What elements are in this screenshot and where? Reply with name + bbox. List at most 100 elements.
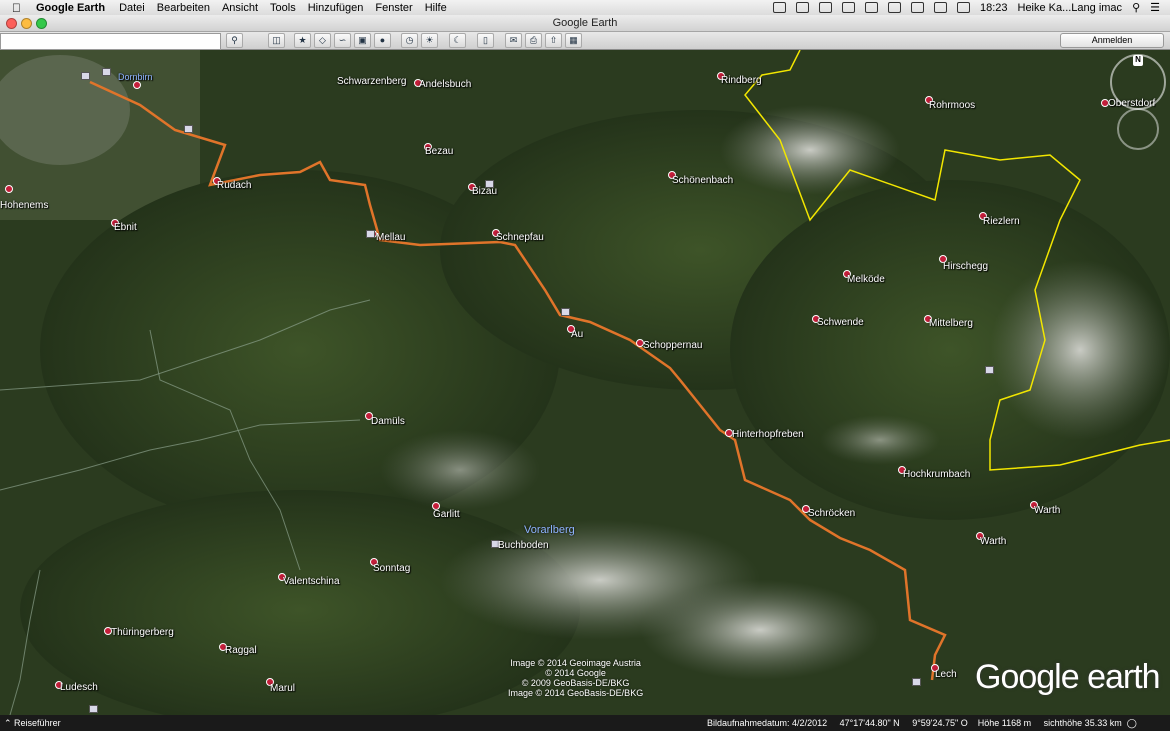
- place-label[interactable]: Rindberg: [721, 75, 762, 86]
- place-label[interactable]: Raggal: [225, 645, 257, 656]
- google-maps-icon[interactable]: ▦: [565, 33, 582, 48]
- close-window-button[interactable]: [6, 18, 17, 29]
- poi-icon[interactable]: [561, 308, 570, 316]
- menu-clock[interactable]: 18:23: [980, 2, 1008, 14]
- planets-icon[interactable]: ☾: [449, 33, 466, 48]
- save-image-icon[interactable]: ⇧: [545, 33, 562, 48]
- poi-icon[interactable]: [102, 68, 111, 76]
- copyright-line: Image © 2014 Geoimage Austria: [510, 658, 641, 668]
- print-icon[interactable]: ⎙: [525, 33, 542, 48]
- poi-icon[interactable]: [366, 230, 375, 238]
- place-label[interactable]: Melköde: [847, 274, 885, 285]
- path-icon[interactable]: ∽: [334, 33, 351, 48]
- place-label[interactable]: Ludesch: [60, 682, 98, 693]
- email-icon[interactable]: ✉: [505, 33, 522, 48]
- time-machine-icon[interactable]: [864, 2, 878, 13]
- terrain-layer: [0, 50, 1170, 715]
- ruler-icon[interactable]: ▯: [477, 33, 494, 48]
- menu-bearbeiten[interactable]: Bearbeiten: [157, 2, 210, 14]
- image-overlay-icon[interactable]: ▣: [354, 33, 371, 48]
- longitude-readout: 9°59'24.75" O: [912, 718, 968, 728]
- signin-button[interactable]: Anmelden: [1060, 33, 1164, 48]
- compass-control[interactable]: N: [1110, 54, 1166, 110]
- poi-icon[interactable]: [89, 705, 98, 713]
- status-icon[interactable]: [841, 2, 855, 13]
- navigation-control[interactable]: [1117, 108, 1159, 150]
- status-icon[interactable]: [772, 2, 786, 13]
- sunlight-icon[interactable]: ☀: [421, 33, 438, 48]
- place-label[interactable]: Thüringerberg: [111, 627, 174, 638]
- place-label[interactable]: Sonntag: [373, 563, 410, 574]
- place-label[interactable]: Bezau: [425, 146, 453, 157]
- place-label[interactable]: Schoppernau: [643, 340, 703, 351]
- menu-hilfe[interactable]: Hilfe: [425, 2, 447, 14]
- wifi-icon[interactable]: [933, 2, 947, 13]
- minimize-window-button[interactable]: [21, 18, 32, 29]
- menu-user[interactable]: Heike Ka...Lang imac: [1018, 2, 1123, 14]
- app-menu[interactable]: Google Earth: [36, 2, 105, 14]
- poi-icon[interactable]: [985, 366, 994, 374]
- place-label[interactable]: Bizau: [472, 186, 497, 197]
- zoom-window-button[interactable]: [36, 18, 47, 29]
- bluetooth-icon[interactable]: [887, 2, 901, 13]
- place-label[interactable]: Schnepfau: [496, 232, 544, 243]
- place-label[interactable]: Ebnit: [114, 222, 137, 233]
- place-pin[interactable]: [5, 185, 13, 193]
- place-label[interactable]: Mittelberg: [929, 318, 973, 329]
- tour-guide-toggle[interactable]: ⌃ Reiseführer: [4, 715, 61, 731]
- place-label[interactable]: Hochkrumbach: [903, 469, 970, 480]
- place-label[interactable]: Schwarzenberg: [337, 76, 406, 87]
- menu-fenster[interactable]: Fenster: [375, 2, 412, 14]
- place-label[interactable]: Andelsbuch: [419, 79, 471, 90]
- place-label[interactable]: Schröcken: [808, 508, 855, 519]
- menu-hinzufuegen[interactable]: Hinzufügen: [308, 2, 364, 14]
- loading-icon: ◯: [1124, 718, 1137, 728]
- place-label[interactable]: Hohenems: [0, 200, 48, 211]
- place-label[interactable]: Au: [571, 329, 583, 340]
- map-view[interactable]: Dornbirn Schwarzenberg Andelsbuch Bezau …: [0, 50, 1170, 715]
- historical-imagery-icon[interactable]: ◷: [401, 33, 418, 48]
- place-label[interactable]: Schönenbach: [672, 175, 733, 186]
- apple-menu-icon[interactable]: : [12, 1, 26, 15]
- copyright-line: Image © 2014 GeoBasis-DE/BKG: [508, 688, 644, 698]
- spotlight-icon[interactable]: ⚲: [1132, 1, 1140, 14]
- volume-icon[interactable]: [910, 2, 924, 13]
- place-label[interactable]: Marul: [270, 683, 295, 694]
- place-label[interactable]: Mellau: [376, 232, 405, 243]
- place-pin[interactable]: [133, 81, 141, 89]
- search-input[interactable]: [0, 33, 221, 50]
- place-label[interactable]: Warth: [1034, 505, 1060, 516]
- place-label[interactable]: Damüls: [371, 416, 405, 427]
- place-label[interactable]: Hirschegg: [943, 261, 988, 272]
- menu-ansicht[interactable]: Ansicht: [222, 2, 258, 14]
- search-icon[interactable]: ⚲: [226, 33, 243, 48]
- poi-icon[interactable]: [184, 125, 193, 133]
- battery-icon[interactable]: [956, 2, 970, 13]
- copyright-line: © 2014 Google: [545, 668, 606, 678]
- place-label[interactable]: Rudach: [217, 180, 251, 191]
- place-label[interactable]: Valentschina: [283, 576, 340, 587]
- place-label[interactable]: Dornbirn: [118, 72, 153, 82]
- sidebar-toggle-icon[interactable]: ◫: [268, 33, 285, 48]
- record-tour-icon[interactable]: ●: [374, 33, 391, 48]
- polygon-icon[interactable]: ◇: [314, 33, 331, 48]
- place-label[interactable]: Schwende: [817, 317, 864, 328]
- place-label[interactable]: Warth: [980, 536, 1006, 547]
- menu-datei[interactable]: Datei: [119, 2, 145, 14]
- status-icon[interactable]: [795, 2, 809, 13]
- place-label[interactable]: Hinterhopfreben: [732, 429, 804, 440]
- place-label[interactable]: Garlitt: [433, 509, 460, 520]
- place-label[interactable]: Riezlern: [983, 216, 1020, 227]
- region-label: Vorarlberg: [524, 524, 575, 536]
- toolbar: ⚲ ◫ ★ ◇ ∽ ▣ ● ◷ ☀ ☾ ▯ ✉ ⎙ ⇧ ▦ Anmelden: [0, 32, 1170, 50]
- placemark-icon[interactable]: ★: [294, 33, 311, 48]
- place-label[interactable]: Lech: [935, 669, 957, 680]
- menu-tools[interactable]: Tools: [270, 2, 296, 14]
- poi-icon[interactable]: [81, 72, 90, 80]
- north-indicator[interactable]: N: [1133, 55, 1143, 66]
- place-label[interactable]: Rohrmoos: [929, 100, 975, 111]
- status-icon[interactable]: [818, 2, 832, 13]
- poi-icon[interactable]: [912, 678, 921, 686]
- notification-icon[interactable]: ☰: [1150, 1, 1160, 14]
- place-label[interactable]: Buchboden: [498, 540, 549, 551]
